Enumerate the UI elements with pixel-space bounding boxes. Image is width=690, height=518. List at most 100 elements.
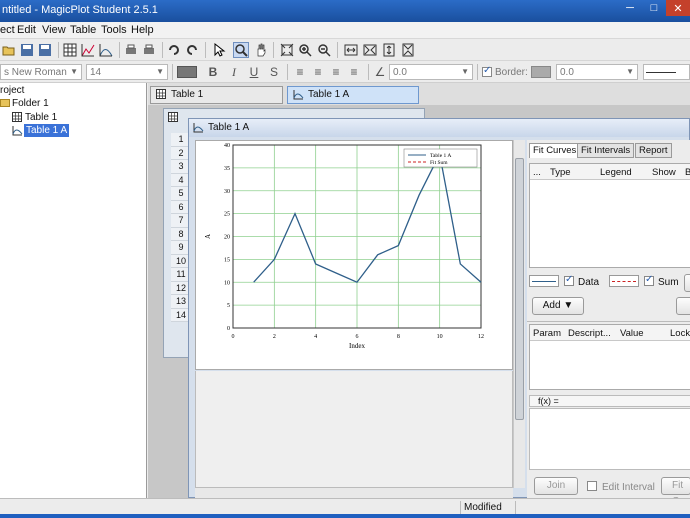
print-preview-icon[interactable]: [141, 42, 157, 58]
scrollbar-thumb[interactable]: [515, 158, 524, 420]
font-name-combo[interactable]: s New Roman ▼: [0, 64, 82, 80]
tab-table-1[interactable]: Table 1: [150, 86, 283, 104]
zoom-tool-icon[interactable]: [233, 42, 249, 58]
align-left-icon[interactable]: ≡: [292, 64, 308, 80]
tree-folder-1[interactable]: Folder 1: [12, 97, 49, 110]
menu-table[interactable]: Table: [70, 24, 96, 36]
col-more[interactable]: ...: [533, 167, 541, 178]
join-button[interactable]: Join: [534, 477, 578, 495]
format-toolbar: s New Roman ▼ 14 ▼ B I U S ≡ ≡ ≡ ≡ ∠ 0.0 ▼ …: [0, 61, 690, 83]
plot-area[interactable]: 0 2 4 6 8 10 12 0 5 10 15 20 25 30 35 40 Index A Table 1 A…: [195, 140, 513, 370]
folder-icon: [0, 99, 10, 107]
col-param[interactable]: Param: [533, 328, 561, 339]
col-type[interactable]: Type: [550, 167, 571, 178]
formula-area[interactable]: [529, 408, 690, 470]
chevron-down-icon: ▼: [626, 67, 634, 76]
data-checkbox[interactable]: [564, 274, 574, 287]
graph-window-title: Table 1 A: [208, 122, 250, 133]
align-center-icon[interactable]: ≡: [310, 64, 326, 80]
print-icon[interactable]: [123, 42, 139, 58]
line-style-combo[interactable]: [643, 64, 690, 80]
col-show[interactable]: Show: [652, 167, 676, 178]
zoom-out-icon[interactable]: [316, 42, 332, 58]
tab-fit-intervals[interactable]: Fit Intervals: [577, 143, 635, 158]
chevron-down-icon: ▼: [461, 67, 469, 76]
new-graph-icon[interactable]: [80, 42, 96, 58]
tree-item-table-1-a[interactable]: Table 1 A: [24, 124, 70, 137]
expand-horizontal-icon[interactable]: [343, 42, 359, 58]
border-color-swatch[interactable]: [531, 66, 551, 78]
fit-button[interactable]: Fit C: [661, 477, 690, 507]
graph-icon: [293, 89, 304, 106]
legend-label-fit-sum: Fit Sum: [430, 160, 448, 166]
border-width-combo[interactable]: 0.0 ▼: [556, 64, 638, 80]
legend-label-table-1-a: Table 1 A: [430, 153, 451, 159]
col-legend[interactable]: Legend: [600, 167, 632, 178]
new-table-icon[interactable]: [62, 42, 78, 58]
close-button[interactable]: ✕: [666, 0, 690, 16]
status-cell: [515, 501, 690, 515]
save-icon[interactable]: [19, 42, 35, 58]
y-tick-label: 40: [224, 143, 230, 149]
horizontal-scrollbar[interactable]: [195, 488, 513, 498]
underline-button[interactable]: U: [246, 64, 262, 80]
edit-interval-checkbox[interactable]: [587, 481, 597, 492]
align-justify-icon[interactable]: ≡: [346, 64, 362, 80]
col-lock[interactable]: Lock: [670, 328, 690, 339]
redo-icon[interactable]: [184, 42, 200, 58]
main-toolbar: [0, 39, 690, 61]
align-right-icon[interactable]: ≡: [328, 64, 344, 80]
new-fit-plot-icon[interactable]: [98, 42, 114, 58]
shrink-vertical-icon[interactable]: [400, 42, 416, 58]
font-size-combo[interactable]: 14 ▼: [86, 64, 168, 80]
fit-action-button[interactable]: [676, 297, 690, 315]
tree-root[interactable]: roject: [0, 84, 24, 97]
graph-window-caption[interactable]: Table 1 A: [189, 119, 689, 137]
tab-table-1-a[interactable]: Table 1 A: [287, 86, 419, 104]
undo-icon[interactable]: [166, 42, 182, 58]
sum-line-preview: [609, 275, 639, 287]
fit-curves-grid[interactable]: ... Type Legend Show B: [529, 163, 690, 268]
tree-item-table-1[interactable]: Table 1: [25, 111, 57, 124]
strike-button[interactable]: S: [266, 64, 282, 80]
shrink-horizontal-icon[interactable]: [362, 42, 378, 58]
title-bar: ntitled - MagicPlot Student 2.5.1 ─ □ ✕: [0, 0, 690, 22]
menu-tools[interactable]: Tools: [101, 24, 127, 36]
save-as-icon[interactable]: [37, 42, 53, 58]
check-icon: [564, 274, 574, 287]
add-button[interactable]: Add ▼: [532, 297, 584, 315]
x-tick-label: 2: [273, 334, 276, 340]
italic-button[interactable]: I: [226, 64, 242, 80]
sum-checkbox[interactable]: [644, 274, 654, 287]
pan-hand-icon[interactable]: [253, 42, 269, 58]
graph-window[interactable]: Table 1 A 0 2 4 6 8 10 12 0 5 10 15 20 25 30 35 40 Index…: [188, 118, 690, 507]
line-style-preview: [646, 72, 676, 73]
menu-project[interactable]: ect: [0, 24, 15, 36]
table-icon: [12, 112, 22, 122]
fit-to-window-icon[interactable]: [279, 42, 295, 58]
border-checkbox[interactable]: [482, 65, 492, 78]
expand-vertical-icon[interactable]: [381, 42, 397, 58]
col-value[interactable]: Value: [620, 328, 644, 339]
maximize-button[interactable]: □: [642, 0, 666, 16]
tab-fit-curves[interactable]: Fit Curves: [529, 143, 581, 158]
angle-combo[interactable]: 0.0 ▼: [389, 64, 473, 80]
menu-view[interactable]: View: [42, 24, 66, 36]
params-grid[interactable]: Param Descript... Value Lock: [529, 324, 690, 390]
open-icon[interactable]: [1, 42, 17, 58]
tab-report[interactable]: Report: [635, 143, 672, 158]
formula-bar: f(x) =: [529, 395, 690, 407]
zoom-in-icon[interactable]: [297, 42, 313, 58]
bold-button[interactable]: B: [205, 64, 221, 80]
line-chart[interactable]: 0 2 4 6 8 10 12 0 5 10 15 20 25 30 35 40 Index A Table 1 A…: [196, 141, 514, 371]
text-color-swatch[interactable]: [177, 66, 197, 78]
vertical-scrollbar[interactable]: [513, 140, 525, 488]
graph-icon: [12, 125, 23, 136]
select-arrow-icon[interactable]: [211, 42, 227, 58]
menu-help[interactable]: Help: [131, 24, 154, 36]
minimize-button[interactable]: ─: [618, 0, 642, 16]
col-b[interactable]: B: [685, 167, 690, 178]
menu-edit[interactable]: Edit: [17, 24, 36, 36]
col-description[interactable]: Descript...: [568, 328, 611, 339]
more-button[interactable]: [684, 274, 690, 292]
